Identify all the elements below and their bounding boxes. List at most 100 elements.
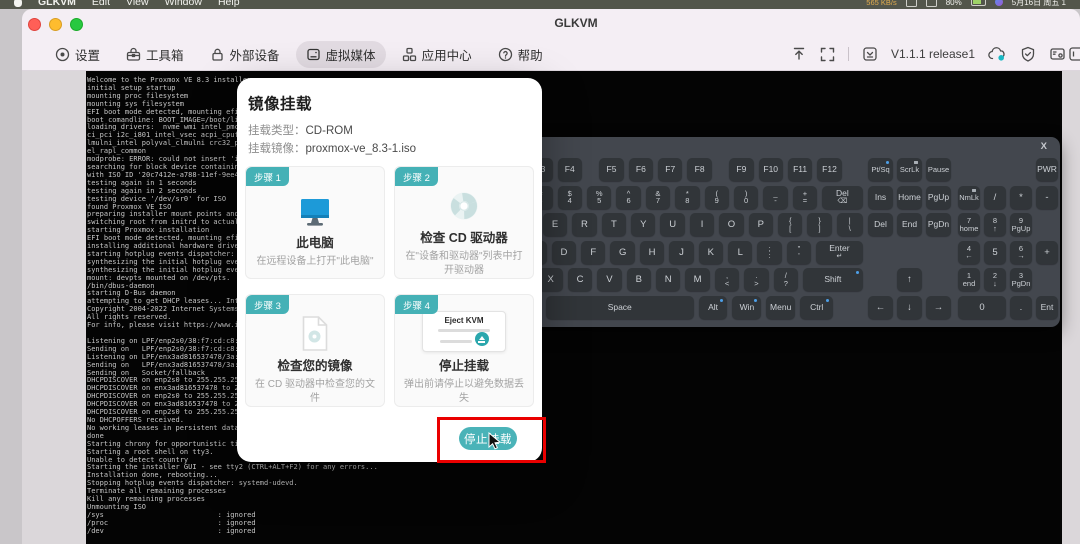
key-e[interactable]: E bbox=[543, 213, 567, 236]
key-end[interactable]: End bbox=[897, 213, 922, 236]
key-j[interactable]: J bbox=[669, 241, 693, 264]
key-+[interactable]: + bbox=[1036, 241, 1058, 264]
key-i[interactable]: I bbox=[690, 213, 714, 236]
key-$[interactable]: $4 bbox=[558, 186, 582, 209]
key-enter[interactable]: Enter↵ bbox=[816, 241, 862, 264]
key-→[interactable]: → bbox=[926, 296, 951, 319]
key-.[interactable]: . bbox=[1010, 296, 1032, 319]
toolbar-item-external-devices[interactable]: 外部设备 bbox=[200, 41, 290, 68]
key-f5[interactable]: F5 bbox=[599, 158, 623, 181]
security-shield-icon[interactable] bbox=[1020, 46, 1036, 63]
key-ins[interactable]: Ins bbox=[868, 186, 893, 209]
key-v[interactable]: V bbox=[597, 268, 621, 291]
key-←[interactable]: ← bbox=[868, 296, 893, 319]
key-del[interactable]: Del bbox=[868, 213, 893, 236]
key-8[interactable]: 8↑ bbox=[984, 213, 1006, 236]
toolbar-item-toolbox[interactable]: 工具箱 bbox=[116, 41, 194, 68]
key-f8[interactable]: F8 bbox=[687, 158, 711, 181]
key-c[interactable]: C bbox=[568, 268, 592, 291]
toolbar-item-app-center[interactable]: 应用中心 bbox=[392, 41, 482, 68]
key-0[interactable]: 0 bbox=[958, 296, 1006, 319]
window-titlebar[interactable]: GLKVM bbox=[22, 9, 1080, 38]
cloud-sync-icon[interactable] bbox=[988, 46, 1007, 62]
toolbar-item-virtual-media[interactable]: 虚拟媒体 bbox=[296, 41, 386, 68]
menubar-menu-window[interactable]: Window bbox=[165, 0, 202, 8]
key-x[interactable]: X bbox=[538, 268, 562, 291]
wifi-icon[interactable] bbox=[906, 0, 917, 7]
key-;[interactable]: ;: bbox=[757, 241, 781, 264]
menubar-menu-help[interactable]: Help bbox=[218, 0, 240, 8]
key-home[interactable]: Home bbox=[897, 186, 922, 209]
key-scrlk[interactable]: ScrLk bbox=[897, 158, 922, 181]
key-pgdn[interactable]: PgDn bbox=[926, 213, 951, 236]
key-p[interactable]: P bbox=[749, 213, 773, 236]
key-nmlk[interactable]: NmLk bbox=[958, 186, 980, 209]
key-b[interactable]: B bbox=[627, 268, 651, 291]
key-^[interactable]: ^6 bbox=[616, 186, 640, 209]
key-pwr[interactable]: PWR bbox=[1036, 158, 1058, 181]
key-"[interactable]: "' bbox=[787, 241, 811, 264]
key-f11[interactable]: F11 bbox=[788, 158, 812, 181]
key-5[interactable]: 5 bbox=[984, 241, 1006, 264]
control-center-icon[interactable] bbox=[926, 0, 937, 7]
keyboard-close-button[interactable]: X bbox=[1037, 139, 1051, 154]
key-/[interactable]: /? bbox=[774, 268, 798, 291]
key-&[interactable]: &7 bbox=[646, 186, 670, 209]
key-f12[interactable]: F12 bbox=[817, 158, 841, 181]
device-record-icon[interactable] bbox=[1049, 46, 1066, 62]
menubar-menu-edit[interactable]: Edit bbox=[92, 0, 110, 8]
key-_[interactable]: _- bbox=[763, 186, 787, 209]
key-pt/sq[interactable]: Pt/Sq bbox=[868, 158, 893, 181]
key-d[interactable]: D bbox=[552, 241, 576, 264]
key-1[interactable]: 1end bbox=[958, 268, 980, 291]
key-/[interactable]: / bbox=[984, 186, 1006, 209]
key-f10[interactable]: F10 bbox=[759, 158, 783, 181]
key--[interactable]: - bbox=[1036, 186, 1058, 209]
key-↑[interactable]: ↑ bbox=[897, 268, 922, 291]
key-*[interactable]: * bbox=[1010, 186, 1032, 209]
menubar-menu-view[interactable]: View bbox=[126, 0, 149, 8]
apple-logo-icon[interactable] bbox=[14, 0, 22, 7]
update-icon[interactable] bbox=[862, 46, 878, 62]
clipped-toolbar-icon[interactable] bbox=[1068, 46, 1080, 67]
key-9[interactable]: 9PgUp bbox=[1010, 213, 1032, 236]
key-shift[interactable]: Shift bbox=[803, 268, 863, 291]
key-*[interactable]: *8 bbox=[675, 186, 699, 209]
key-u[interactable]: U bbox=[660, 213, 684, 236]
key-space[interactable]: Space bbox=[546, 296, 694, 319]
key-t[interactable]: T bbox=[602, 213, 626, 236]
key-}[interactable]: }] bbox=[807, 213, 831, 236]
zoom-window-button[interactable] bbox=[70, 18, 83, 31]
key-2[interactable]: 2↓ bbox=[984, 268, 1006, 291]
key-%[interactable]: %5 bbox=[587, 186, 611, 209]
minimize-window-button[interactable] bbox=[49, 18, 62, 31]
toolbar-item-help[interactable]: 帮助 bbox=[488, 41, 553, 68]
key-.[interactable]: .> bbox=[744, 268, 768, 291]
key-k[interactable]: K bbox=[699, 241, 723, 264]
key-f6[interactable]: F6 bbox=[629, 158, 653, 181]
key-3[interactable]: 3PgDn bbox=[1010, 268, 1032, 291]
key-)[interactable]: )0 bbox=[734, 186, 758, 209]
key-alt[interactable]: Alt bbox=[699, 296, 728, 319]
key-pause[interactable]: Pause bbox=[926, 158, 951, 181]
key-pgup[interactable]: PgUp bbox=[926, 186, 951, 209]
key-m[interactable]: M bbox=[685, 268, 709, 291]
key-h[interactable]: H bbox=[640, 241, 664, 264]
key-f4[interactable]: F4 bbox=[558, 158, 582, 181]
upload-icon[interactable] bbox=[791, 46, 807, 62]
close-window-button[interactable] bbox=[28, 18, 41, 31]
key-win[interactable]: Win bbox=[732, 296, 761, 319]
key-|[interactable]: |\ bbox=[837, 213, 863, 236]
toolbar-item-settings[interactable]: 设置 bbox=[45, 41, 110, 68]
key-f9[interactable]: F9 bbox=[729, 158, 753, 181]
key-4[interactable]: 4← bbox=[958, 241, 980, 264]
key-{[interactable]: {[ bbox=[778, 213, 802, 236]
key-o[interactable]: O bbox=[719, 213, 743, 236]
key-n[interactable]: N bbox=[656, 268, 680, 291]
key-ctrl[interactable]: Ctrl bbox=[800, 296, 833, 319]
key-l[interactable]: L bbox=[728, 241, 752, 264]
key-7[interactable]: 7home bbox=[958, 213, 980, 236]
key-y[interactable]: Y bbox=[631, 213, 655, 236]
key-menu[interactable]: Menu bbox=[766, 296, 795, 319]
key-([interactable]: (9 bbox=[705, 186, 729, 209]
